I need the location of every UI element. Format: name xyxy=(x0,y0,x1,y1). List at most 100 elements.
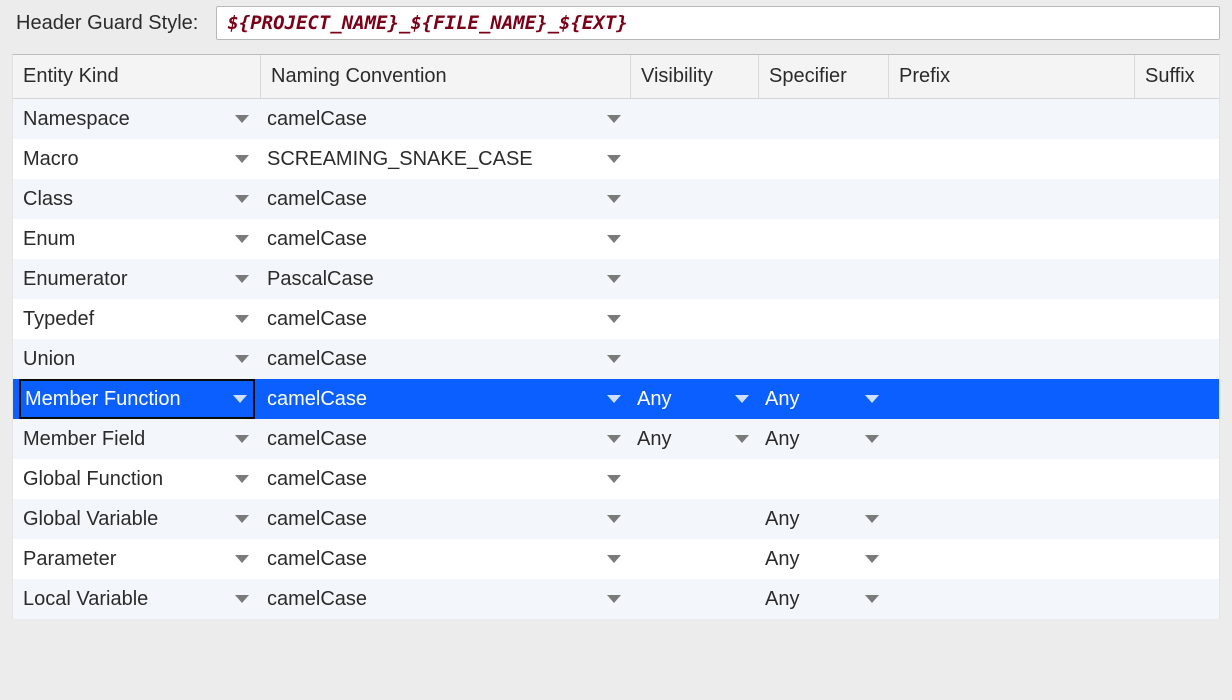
table-row[interactable]: EnumcamelCase xyxy=(13,219,1219,259)
suffix-cell[interactable] xyxy=(1135,259,1219,299)
naming-convention-dropdown[interactable]: camelCase xyxy=(261,299,631,339)
naming-convention-dropdown[interactable]: camelCase xyxy=(261,99,631,139)
specifier-dropdown[interactable]: Any xyxy=(759,419,889,459)
visibility-dropdown xyxy=(631,459,759,499)
prefix-cell[interactable] xyxy=(889,99,1135,139)
table-row[interactable]: Global VariablecamelCase Any xyxy=(13,499,1219,539)
entity-kind-dropdown[interactable]: Member Function xyxy=(13,379,261,419)
col-header-suffix[interactable]: Suffix xyxy=(1135,55,1219,98)
entity-kind-dropdown[interactable]: Macro xyxy=(13,139,261,179)
specifier-value: Any xyxy=(765,388,799,411)
entity-kind-dropdown[interactable]: Member Field xyxy=(13,419,261,459)
specifier-dropdown[interactable]: Any xyxy=(759,499,889,539)
naming-convention-value: PascalCase xyxy=(267,268,374,291)
suffix-cell[interactable] xyxy=(1135,579,1219,619)
naming-convention-dropdown[interactable]: PascalCase xyxy=(261,259,631,299)
specifier-value: Any xyxy=(765,508,799,531)
chevron-down-icon xyxy=(235,595,249,603)
naming-convention-dropdown[interactable]: camelCase xyxy=(261,499,631,539)
naming-convention-dropdown[interactable]: camelCase xyxy=(261,219,631,259)
prefix-cell[interactable] xyxy=(889,379,1135,419)
prefix-cell[interactable] xyxy=(889,139,1135,179)
prefix-cell[interactable] xyxy=(889,419,1135,459)
suffix-cell[interactable] xyxy=(1135,419,1219,459)
visibility-dropdown xyxy=(631,539,759,579)
suffix-cell[interactable] xyxy=(1135,139,1219,179)
naming-convention-dropdown[interactable]: camelCase xyxy=(261,339,631,379)
entity-kind-dropdown[interactable]: Parameter xyxy=(13,539,261,579)
suffix-cell[interactable] xyxy=(1135,379,1219,419)
entity-kind-value: Member Field xyxy=(23,428,145,451)
suffix-cell[interactable] xyxy=(1135,459,1219,499)
entity-kind-value: Enumerator xyxy=(23,268,128,291)
naming-convention-dropdown[interactable]: camelCase xyxy=(261,419,631,459)
entity-kind-dropdown[interactable]: Enum xyxy=(13,219,261,259)
table-row[interactable]: Member Field camelCase Any Any xyxy=(13,419,1219,459)
prefix-cell[interactable] xyxy=(889,219,1135,259)
prefix-cell[interactable] xyxy=(889,459,1135,499)
specifier-dropdown xyxy=(759,459,889,499)
header-guard-label: Header Guard Style: xyxy=(16,12,198,35)
visibility-value: Any xyxy=(637,388,671,411)
table-row[interactable]: ClasscamelCase xyxy=(13,179,1219,219)
prefix-cell[interactable] xyxy=(889,179,1135,219)
entity-kind-dropdown[interactable]: Local Variable xyxy=(13,579,261,619)
table-row[interactable]: Local VariablecamelCase Any xyxy=(13,579,1219,619)
visibility-value: Any xyxy=(637,428,671,451)
col-header-prefix[interactable]: Prefix xyxy=(889,55,1135,98)
prefix-cell[interactable] xyxy=(889,579,1135,619)
suffix-cell[interactable] xyxy=(1135,99,1219,139)
visibility-dropdown[interactable]: Any xyxy=(631,379,759,419)
prefix-cell[interactable] xyxy=(889,339,1135,379)
table-row[interactable]: NamespacecamelCase xyxy=(13,99,1219,139)
suffix-cell[interactable] xyxy=(1135,539,1219,579)
chevron-down-icon xyxy=(235,195,249,203)
col-header-visibility[interactable]: Visibility xyxy=(631,55,759,98)
naming-convention-dropdown[interactable]: camelCase xyxy=(261,379,631,419)
naming-convention-dropdown[interactable]: SCREAMING_SNAKE_CASE xyxy=(261,139,631,179)
prefix-cell[interactable] xyxy=(889,539,1135,579)
col-header-specifier[interactable]: Specifier xyxy=(759,55,889,98)
prefix-cell[interactable] xyxy=(889,499,1135,539)
prefix-cell[interactable] xyxy=(889,259,1135,299)
visibility-dropdown[interactable]: Any xyxy=(631,419,759,459)
table-row[interactable]: MacroSCREAMING_SNAKE_CASE xyxy=(13,139,1219,179)
table-row[interactable]: Global FunctioncamelCase xyxy=(13,459,1219,499)
table-row[interactable]: ParametercamelCase Any xyxy=(13,539,1219,579)
visibility-dropdown xyxy=(631,499,759,539)
prefix-cell[interactable] xyxy=(889,299,1135,339)
chevron-down-icon xyxy=(607,515,621,523)
specifier-value: Any xyxy=(765,428,799,451)
specifier-dropdown xyxy=(759,339,889,379)
chevron-down-icon xyxy=(235,155,249,163)
specifier-dropdown[interactable]: Any xyxy=(759,539,889,579)
col-header-entity[interactable]: Entity Kind xyxy=(13,55,261,98)
table-row[interactable]: Enumerator PascalCase xyxy=(13,259,1219,299)
table-row[interactable]: TypedefcamelCase xyxy=(13,299,1219,339)
entity-kind-dropdown[interactable]: Namespace xyxy=(13,99,261,139)
naming-convention-dropdown[interactable]: camelCase xyxy=(261,539,631,579)
entity-kind-dropdown[interactable]: Typedef xyxy=(13,299,261,339)
suffix-cell[interactable] xyxy=(1135,219,1219,259)
suffix-cell[interactable] xyxy=(1135,499,1219,539)
entity-kind-dropdown[interactable]: Enumerator xyxy=(13,259,261,299)
col-header-naming[interactable]: Naming Convention xyxy=(261,55,631,98)
chevron-down-icon xyxy=(735,435,749,443)
naming-convention-dropdown[interactable]: camelCase xyxy=(261,179,631,219)
specifier-dropdown[interactable]: Any xyxy=(759,379,889,419)
entity-kind-dropdown[interactable]: Global Function xyxy=(13,459,261,499)
chevron-down-icon xyxy=(865,435,879,443)
naming-convention-dropdown[interactable]: camelCase xyxy=(261,579,631,619)
naming-convention-dropdown[interactable]: camelCase xyxy=(261,459,631,499)
chevron-down-icon xyxy=(865,395,879,403)
table-row[interactable]: UnioncamelCase xyxy=(13,339,1219,379)
entity-kind-dropdown[interactable]: Union xyxy=(13,339,261,379)
table-row[interactable]: Member FunctioncamelCase Any Any xyxy=(13,379,1219,419)
entity-kind-dropdown[interactable]: Class xyxy=(13,179,261,219)
header-guard-input[interactable] xyxy=(216,6,1220,40)
specifier-dropdown[interactable]: Any xyxy=(759,579,889,619)
suffix-cell[interactable] xyxy=(1135,179,1219,219)
suffix-cell[interactable] xyxy=(1135,299,1219,339)
entity-kind-dropdown[interactable]: Global Variable xyxy=(13,499,261,539)
suffix-cell[interactable] xyxy=(1135,339,1219,379)
